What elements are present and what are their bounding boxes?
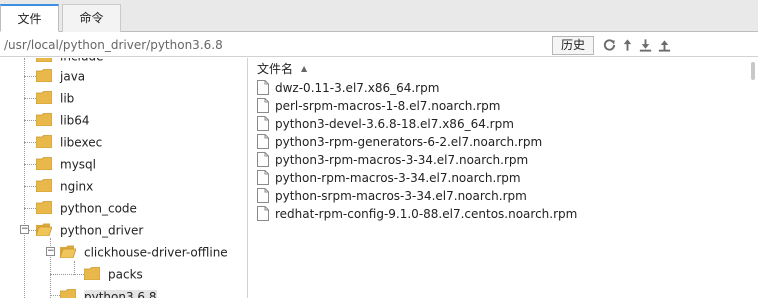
folder-icon	[36, 69, 52, 82]
upload-icon[interactable]	[657, 37, 672, 53]
folder-icon	[36, 157, 52, 170]
folder-icon	[36, 58, 52, 62]
tree-item-label: packs	[108, 267, 143, 282]
file-row[interactable]: python-rpm-macros-3-34.el7.noarch.rpm	[249, 169, 521, 187]
file-row[interactable]: python-srpm-macros-3-34.el7.noarch.rpm	[249, 187, 527, 205]
file-name: python-srpm-macros-3-34.el7.noarch.rpm	[275, 189, 527, 203]
tree-connector	[24, 120, 36, 121]
tree-item-label: clickhouse-driver-offline	[84, 245, 228, 260]
file-row[interactable]: python3-rpm-generators-6-2.el7.noarch.rp…	[249, 133, 542, 151]
file-row[interactable]: perl-srpm-macros-1-8.el7.noarch.rpm	[249, 97, 500, 115]
tree-connector	[24, 58, 25, 298]
go-up-icon[interactable]	[620, 37, 635, 53]
tree-item-lib[interactable]: lib	[36, 88, 74, 108]
file-list: 文件名 ▲ dwz-0.11-3.el7.x86_64.rpm perl-srpm…	[249, 58, 758, 298]
file-row[interactable]: python3-devel-3.6.8-18.el7.x86_64.rpm	[249, 115, 514, 133]
collapse-toggle[interactable]: −	[20, 225, 29, 234]
file-icon	[257, 206, 269, 221]
tree-item-label: libexec	[60, 135, 103, 150]
tree-item-label: python_code	[60, 201, 137, 216]
file-row[interactable]: dwz-0.11-3.el7.x86_64.rpm	[249, 79, 439, 97]
tree-item-label: lib	[60, 91, 75, 106]
history-button[interactable]: 历史	[552, 36, 594, 55]
tree-connector	[24, 98, 36, 99]
file-name: perl-srpm-macros-1-8.el7.noarch.rpm	[275, 99, 501, 113]
file-icon	[257, 116, 269, 131]
tree-connector	[24, 142, 36, 143]
tree-item-label: lib64	[60, 113, 90, 128]
tree-connector	[24, 208, 36, 209]
folder-icon	[60, 289, 76, 298]
tree-connector	[74, 261, 75, 275]
tree-connector	[24, 164, 36, 165]
file-name: python3-rpm-macros-3-34.el7.noarch.rpm	[275, 153, 529, 167]
tree-item-clickhouse-driver-offline[interactable]: clickhouse-driver-offline	[60, 242, 228, 262]
folder-icon	[36, 91, 52, 104]
file-row[interactable]: python3-rpm-macros-3-34.el7.noarch.rpm	[249, 151, 528, 169]
tree-item-label: python_driver	[60, 223, 144, 238]
tree-item-python-driver[interactable]: python_driver	[36, 220, 143, 240]
tree-item-lib64[interactable]: lib64	[36, 110, 90, 130]
tree-item-mysql[interactable]: mysql	[36, 154, 96, 174]
column-header-label: 文件名	[257, 62, 294, 76]
folder-icon	[36, 135, 52, 148]
refresh-icon[interactable]	[602, 37, 617, 53]
column-header-filename[interactable]: 文件名 ▲	[249, 58, 749, 80]
file-icon	[257, 188, 269, 203]
open-folder-icon	[60, 245, 76, 258]
folder-icon	[84, 267, 100, 280]
file-icon	[257, 80, 269, 95]
folder-icon	[36, 179, 52, 192]
directory-tree: include java lib lib64 libexec mysql ngi…	[0, 58, 248, 298]
file-row[interactable]: redhat-rpm-config-9.1.0-88.el7.centos.no…	[249, 205, 577, 223]
file-icon	[257, 98, 269, 113]
tree-item-java[interactable]: java	[36, 66, 85, 86]
tree-item-libexec[interactable]: libexec	[36, 132, 102, 152]
tree-item-label: mysql	[60, 157, 96, 172]
collapse-toggle[interactable]: −	[46, 247, 55, 256]
tree-connector	[50, 274, 74, 275]
sort-ascending-icon: ▲	[301, 63, 308, 73]
tree-item-label: nginx	[60, 179, 94, 194]
tree-connector	[24, 186, 36, 187]
path-input[interactable]	[4, 36, 544, 54]
scrollbar-thumb[interactable]	[751, 62, 755, 80]
file-name: python3-devel-3.6.8-18.el7.x86_64.rpm	[275, 117, 514, 131]
open-folder-icon	[36, 223, 52, 236]
file-name: python3-rpm-generators-6-2.el7.noarch.rp…	[275, 135, 543, 149]
vertical-scrollbar[interactable]	[749, 60, 756, 298]
tree-item-include[interactable]: include	[36, 58, 103, 66]
tree-item-nginx[interactable]: nginx	[36, 176, 93, 196]
tab-commands[interactable]: 命令	[62, 4, 121, 32]
tree-connector	[24, 76, 36, 77]
folder-icon	[36, 201, 52, 214]
file-icon	[257, 170, 269, 185]
tree-item-packs[interactable]: packs	[84, 264, 143, 284]
tree-item-label: python3.6.8	[84, 289, 157, 298]
file-name: dwz-0.11-3.el7.x86_64.rpm	[275, 81, 440, 95]
tree-item-label: java	[60, 69, 86, 84]
file-icon	[257, 134, 269, 149]
path-bar: 历史	[0, 33, 758, 57]
file-icon	[257, 152, 269, 167]
download-icon[interactable]	[638, 37, 653, 53]
tab-bar: 文件 命令	[0, 0, 758, 32]
tree-connector	[74, 274, 84, 275]
tree-item-python3-6-8[interactable]: python3.6.8	[60, 286, 157, 298]
tree-item-label: include	[60, 58, 103, 64]
tree-item-python-code[interactable]: python_code	[36, 198, 137, 218]
tab-files[interactable]: 文件	[0, 4, 59, 32]
file-name: redhat-rpm-config-9.1.0-88.el7.centos.no…	[275, 207, 578, 221]
file-name: python-rpm-macros-3-34.el7.noarch.rpm	[275, 171, 521, 185]
folder-icon	[36, 113, 52, 126]
